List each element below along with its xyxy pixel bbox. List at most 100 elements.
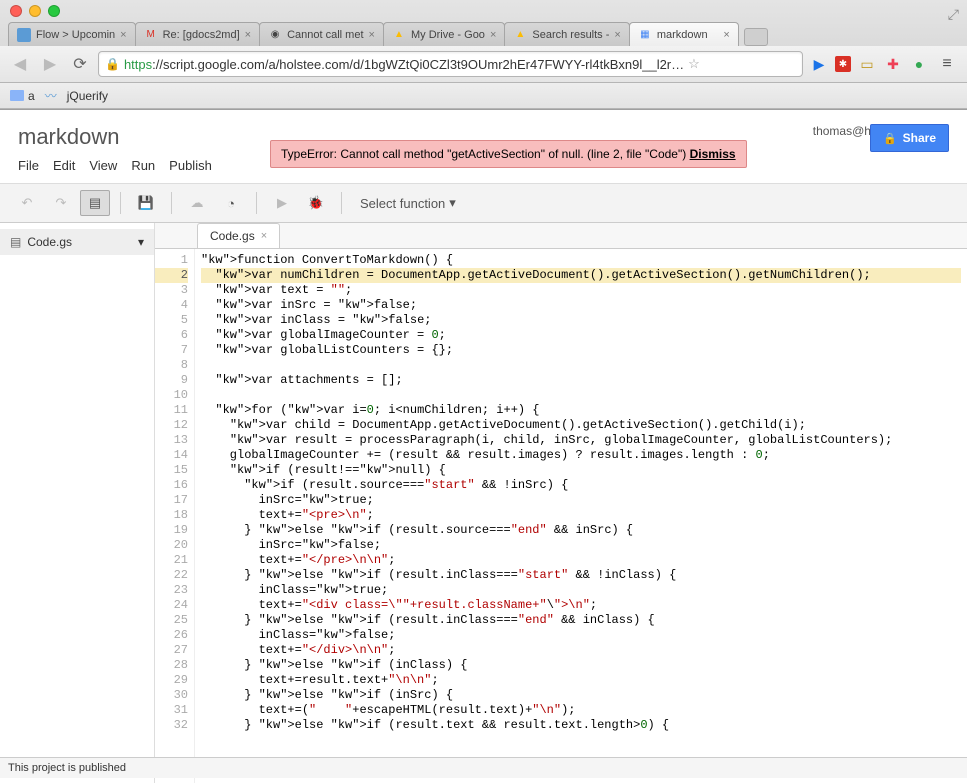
- close-icon[interactable]: ×: [245, 29, 251, 41]
- lock-icon: 🔒: [883, 132, 897, 145]
- save-button[interactable]: 💾: [131, 190, 161, 216]
- bookmark-item[interactable]: jQuerify: [67, 89, 108, 103]
- favicon: ▲: [513, 28, 527, 42]
- close-icon[interactable]: ×: [614, 29, 620, 41]
- extension-icon[interactable]: ✚: [883, 54, 903, 74]
- editor-tabs: Code.gs ×: [155, 223, 967, 248]
- chrome-menu-button[interactable]: ≡: [935, 52, 959, 76]
- project-title[interactable]: markdown: [18, 124, 212, 150]
- extension-icon[interactable]: ▶: [809, 54, 829, 74]
- lock-icon: 🔒: [105, 57, 120, 71]
- tab-strip: Flow > Upcomin × M Re: [gdocs2md] × ◉ Cannot c…: [0, 20, 967, 46]
- chevron-down-icon: ▾: [449, 195, 456, 211]
- separator: [171, 192, 172, 214]
- menu-file[interactable]: File: [18, 158, 39, 173]
- extension-icon[interactable]: ▭: [857, 54, 877, 74]
- dismiss-link[interactable]: Dismiss: [690, 147, 736, 161]
- browser-chrome: ⤢ Flow > Upcomin × M Re: [gdocs2md] × ◉ Cannot…: [0, 0, 967, 110]
- error-message: TypeError: Cannot call method "getActive…: [281, 147, 686, 161]
- chevron-down-icon[interactable]: ▾: [138, 235, 144, 249]
- extension-icon[interactable]: ✱: [835, 56, 851, 72]
- forward-button[interactable]: ▶: [38, 52, 62, 76]
- status-text: This project is published: [8, 762, 126, 774]
- indent-button[interactable]: ▤: [80, 190, 110, 216]
- window-close-button[interactable]: [10, 5, 22, 17]
- favicon: ▦: [638, 28, 652, 42]
- menu-edit[interactable]: Edit: [53, 158, 75, 173]
- menu-run[interactable]: Run: [131, 158, 155, 173]
- tab-label: Search results -: [532, 29, 609, 41]
- file-name: Code.gs: [27, 235, 72, 249]
- tab-label: markdown: [657, 29, 719, 41]
- bookmark-star-icon[interactable]: ☆: [688, 56, 700, 72]
- editor-tab[interactable]: Code.gs ×: [197, 223, 280, 248]
- window-minimize-button[interactable]: [29, 5, 41, 17]
- code-text[interactable]: "kw">function ConvertToMarkdown() { "kw"…: [195, 249, 967, 783]
- separator: [120, 192, 121, 214]
- file-sidebar: ▤ Code.gs ▾: [0, 223, 155, 783]
- redo-button[interactable]: ↷: [46, 190, 76, 216]
- undo-button[interactable]: ↶: [12, 190, 42, 216]
- new-tab-button[interactable]: [744, 28, 768, 46]
- url-rest: ://script.google.com/a/holstee.com/d/1bg…: [152, 57, 684, 72]
- close-icon[interactable]: ×: [369, 29, 375, 41]
- tab-label: Code.gs: [210, 229, 255, 243]
- line-gutter: 1234567891011121314151617181920212223242…: [155, 249, 195, 783]
- window-controls: ⤢: [0, 0, 967, 20]
- tab-label: Flow > Upcomin: [36, 29, 115, 41]
- browser-tab[interactable]: ◉ Cannot call met ×: [259, 22, 384, 46]
- folder-icon: [10, 90, 24, 101]
- browser-tab[interactable]: ▦ markdown ×: [629, 22, 739, 46]
- window-zoom-button[interactable]: [48, 5, 60, 17]
- browser-tab[interactable]: M Re: [gdocs2md] ×: [135, 22, 260, 46]
- status-footer: This project is published: [0, 757, 967, 778]
- browser-tab[interactable]: ▲ My Drive - Goo ×: [383, 22, 505, 46]
- deploy-button[interactable]: ☁: [182, 190, 212, 216]
- toolbar: ↶ ↷ ▤ 💾 ☁ ◔ ▶ 🐞 Select function ▾: [0, 183, 967, 223]
- reload-button[interactable]: ⟳: [68, 52, 92, 76]
- close-icon[interactable]: ×: [723, 29, 729, 41]
- error-banner: TypeError: Cannot call method "getActive…: [270, 140, 747, 168]
- run-button[interactable]: ▶: [267, 190, 297, 216]
- menu-view[interactable]: View: [89, 158, 117, 173]
- share-button[interactable]: 🔒 Share: [870, 124, 949, 152]
- debug-button[interactable]: 🐞: [301, 190, 331, 216]
- file-icon: ▤: [10, 235, 21, 249]
- bookmark-icon: 〰: [45, 87, 57, 104]
- maximize-icon[interactable]: ⤢: [948, 6, 959, 23]
- favicon: ▲: [392, 28, 406, 42]
- code-editor[interactable]: 1234567891011121314151617181920212223242…: [155, 248, 967, 783]
- select-function-label: Select function: [360, 196, 445, 211]
- favicon: ◉: [268, 28, 282, 42]
- bookmark-folder[interactable]: a: [10, 89, 35, 103]
- file-item[interactable]: ▤ Code.gs ▾: [0, 229, 154, 255]
- apps-script-editor: markdown FileEditViewRunPublish thomas@h…: [0, 110, 967, 783]
- separator: [256, 192, 257, 214]
- bookmarks-bar: a 〰 jQuerify: [0, 83, 967, 109]
- editor-area: Code.gs × 1234567891011121314151617181920…: [155, 223, 967, 783]
- select-function-dropdown[interactable]: Select function ▾: [352, 191, 464, 215]
- menu-publish[interactable]: Publish: [169, 158, 212, 173]
- close-icon[interactable]: ×: [490, 29, 496, 41]
- favicon: M: [144, 28, 158, 42]
- url-scheme: https: [124, 57, 152, 72]
- tab-label: Re: [gdocs2md]: [163, 29, 240, 41]
- close-icon[interactable]: ×: [261, 230, 267, 242]
- bookmark-label: jQuerify: [67, 89, 108, 103]
- extension-icon[interactable]: ●: [909, 54, 929, 74]
- bookmark-label: a: [28, 89, 35, 103]
- favicon: [17, 28, 31, 42]
- close-icon[interactable]: ×: [120, 29, 126, 41]
- address-bar: ◀ ▶ ⟳ 🔒 https://script.google.com/a/hols…: [0, 46, 967, 83]
- browser-tab[interactable]: ▲ Search results - ×: [504, 22, 629, 46]
- back-button[interactable]: ◀: [8, 52, 32, 76]
- share-label: Share: [903, 131, 936, 145]
- tab-label: My Drive - Goo: [411, 29, 485, 41]
- workspace: ▤ Code.gs ▾ Code.gs × 12345678910111213141…: [0, 223, 967, 783]
- url-field[interactable]: 🔒 https://script.google.com/a/holstee.co…: [98, 51, 803, 77]
- bookmark-item[interactable]: 〰: [45, 87, 57, 104]
- tab-label: Cannot call met: [287, 29, 363, 41]
- separator: [341, 192, 342, 214]
- browser-tab[interactable]: Flow > Upcomin ×: [8, 22, 136, 46]
- triggers-button[interactable]: ◔: [216, 190, 246, 216]
